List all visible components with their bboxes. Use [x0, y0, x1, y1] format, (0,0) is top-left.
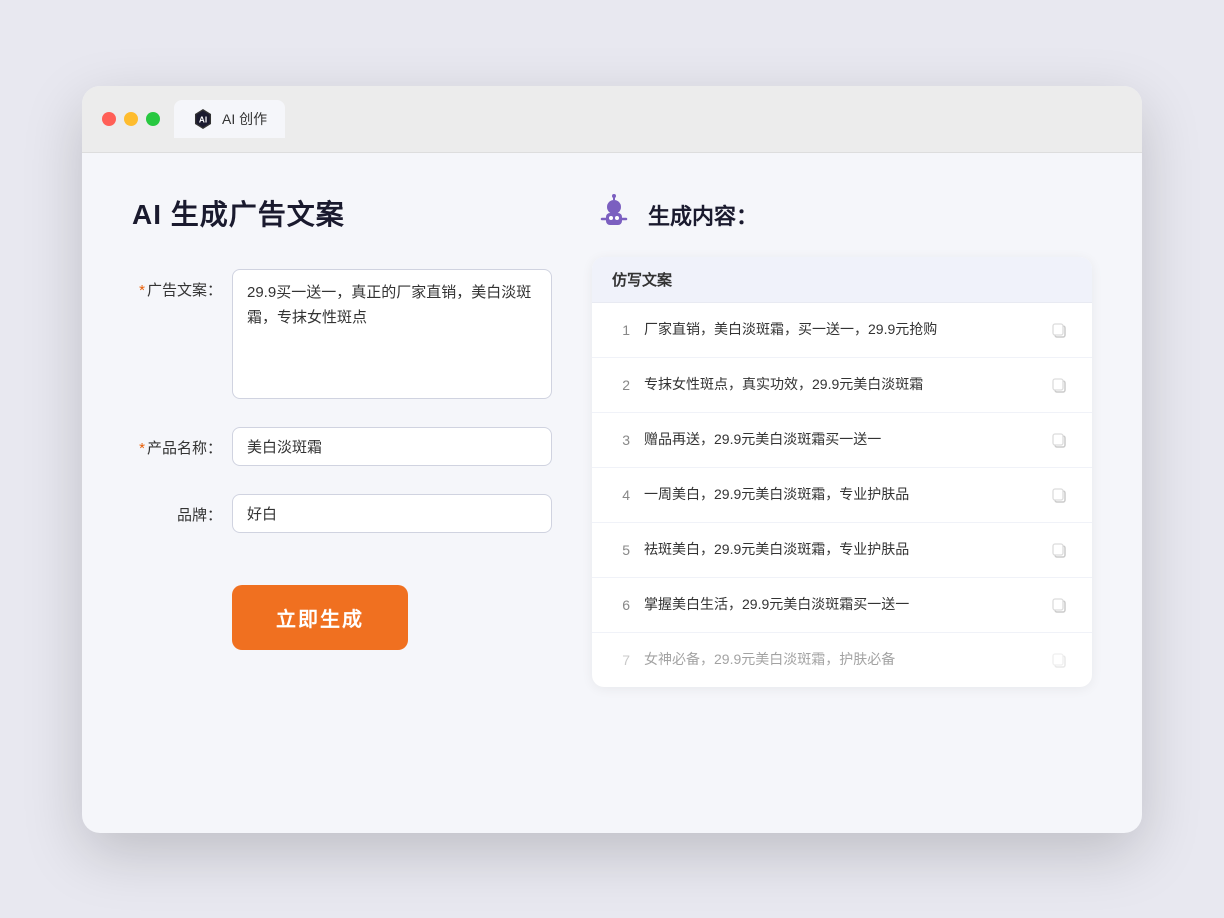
row-number: 1 — [612, 322, 630, 338]
table-row: 6 掌握美白生活，29.9元美白淡斑霜买一送一 — [592, 578, 1092, 633]
row-text: 女神必备，29.9元美白淡斑霜，护肤必备 — [644, 649, 1032, 670]
required-star-2: * — [139, 440, 145, 457]
ai-tab-icon: AI — [192, 108, 214, 130]
row-number: 7 — [612, 652, 630, 668]
table-row: 3 赠品再送，29.9元美白淡斑霜买一送一 — [592, 413, 1092, 468]
required-star-1: * — [139, 282, 145, 299]
tab-ai-creation[interactable]: AI AI 创作 — [174, 100, 285, 138]
product-name-input[interactable]: 美白淡斑霜 — [232, 427, 552, 466]
row-number: 6 — [612, 597, 630, 613]
copy-button[interactable] — [1046, 317, 1072, 343]
copy-button[interactable] — [1046, 482, 1072, 508]
browser-window: AI AI 创作 AI 生成广告文案 *广告文案： 29.9买一送一，真正的厂家… — [82, 86, 1142, 833]
row-text: 祛斑美白，29.9元美白淡斑霜，专业护肤品 — [644, 539, 1032, 560]
tab-label: AI 创作 — [222, 109, 267, 129]
table-row: 5 祛斑美白，29.9元美白淡斑霜，专业护肤品 — [592, 523, 1092, 578]
ad-copy-input[interactable]: 29.9买一送一，真正的厂家直销，美白淡斑霜，专抹女性斑点 — [232, 269, 552, 399]
row-number: 3 — [612, 432, 630, 448]
product-name-label: *产品名称： — [132, 427, 222, 458]
row-text: 专抹女性斑点，真实功效，29.9元美白淡斑霜 — [644, 374, 1032, 395]
right-panel: 生成内容： 仿写文案 1 厂家直销，美白淡斑霜，买一送一，29.9元抢购 2 专… — [592, 193, 1092, 793]
row-number: 2 — [612, 377, 630, 393]
row-text: 掌握美白生活，29.9元美白淡斑霜买一送一 — [644, 594, 1032, 615]
table-row: 1 厂家直销，美白淡斑霜，买一送一，29.9元抢购 — [592, 303, 1092, 358]
result-rows-container: 1 厂家直销，美白淡斑霜，买一送一，29.9元抢购 2 专抹女性斑点，真实功效，… — [592, 303, 1092, 687]
result-table: 仿写文案 1 厂家直销，美白淡斑霜，买一送一，29.9元抢购 2 专抹女性斑点，… — [592, 257, 1092, 687]
copy-button[interactable] — [1046, 372, 1072, 398]
row-text: 赠品再送，29.9元美白淡斑霜买一送一 — [644, 429, 1032, 450]
robot-icon — [592, 193, 636, 237]
row-number: 5 — [612, 542, 630, 558]
result-header: 生成内容： — [592, 193, 1092, 237]
brand-input[interactable]: 好白 — [232, 494, 552, 533]
row-number: 4 — [612, 487, 630, 503]
row-text: 一周美白，29.9元美白淡斑霜，专业护肤品 — [644, 484, 1032, 505]
copy-button[interactable] — [1046, 537, 1072, 563]
brand-row: 品牌： 好白 — [132, 494, 552, 533]
titlebar: AI AI 创作 — [82, 86, 1142, 153]
table-row: 2 专抹女性斑点，真实功效，29.9元美白淡斑霜 — [592, 358, 1092, 413]
minimize-button[interactable] — [124, 112, 138, 126]
main-content: AI 生成广告文案 *广告文案： 29.9买一送一，真正的厂家直销，美白淡斑霜，… — [82, 153, 1142, 833]
table-header: 仿写文案 — [592, 257, 1092, 303]
copy-button[interactable] — [1046, 427, 1072, 453]
close-button[interactable] — [102, 112, 116, 126]
row-text: 厂家直销，美白淡斑霜，买一送一，29.9元抢购 — [644, 319, 1032, 340]
table-row: 4 一周美白，29.9元美白淡斑霜，专业护肤品 — [592, 468, 1092, 523]
svg-text:AI: AI — [199, 115, 207, 124]
brand-label: 品牌： — [132, 494, 222, 525]
ad-copy-row: *广告文案： 29.9买一送一，真正的厂家直销，美白淡斑霜，专抹女性斑点 — [132, 269, 552, 399]
generate-button[interactable]: 立即生成 — [232, 585, 408, 650]
copy-button[interactable] — [1046, 647, 1072, 673]
traffic-lights — [102, 112, 160, 126]
table-row: 7 女神必备，29.9元美白淡斑霜，护肤必备 — [592, 633, 1092, 687]
product-name-row: *产品名称： 美白淡斑霜 — [132, 427, 552, 466]
page-title: AI 生成广告文案 — [132, 193, 552, 233]
copy-button[interactable] — [1046, 592, 1072, 618]
maximize-button[interactable] — [146, 112, 160, 126]
ad-copy-label: *广告文案： — [132, 269, 222, 300]
result-title: 生成内容： — [648, 199, 758, 231]
left-panel: AI 生成广告文案 *广告文案： 29.9买一送一，真正的厂家直销，美白淡斑霜，… — [132, 193, 552, 793]
